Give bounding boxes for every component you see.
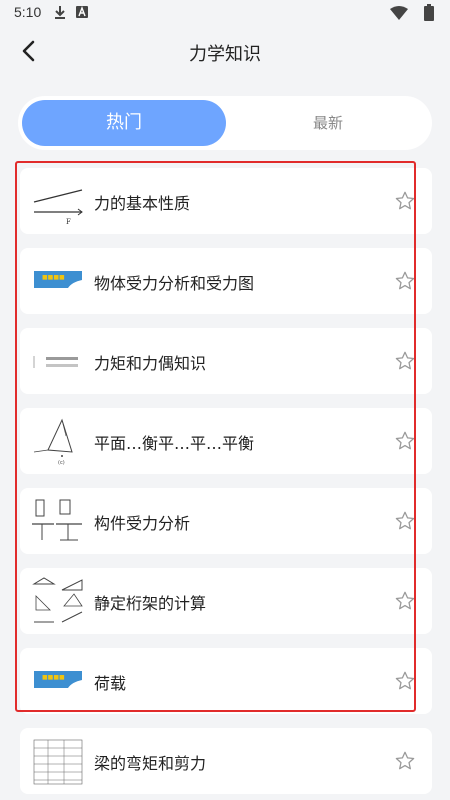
app-a-icon bbox=[76, 6, 88, 18]
star-icon[interactable] bbox=[394, 430, 416, 452]
force-vector-thumbnail: F bbox=[33, 189, 83, 226]
list-item[interactable]: 静定桁架的计算 bbox=[20, 568, 432, 634]
list-item[interactable]: F 力的基本性质 bbox=[20, 168, 432, 234]
svg-text:■■■■: ■■■■ bbox=[42, 274, 65, 281]
truss-thumbnail bbox=[32, 577, 83, 623]
star-icon[interactable] bbox=[394, 270, 416, 292]
list-item[interactable]: 梁的弯矩和剪力 bbox=[20, 728, 432, 794]
item-title: 力矩和力偶知识 bbox=[94, 354, 207, 373]
page-title: 力学知识 bbox=[189, 44, 261, 65]
table-thumbnail bbox=[33, 739, 83, 785]
truss-plane-thumbnail: (c) bbox=[33, 418, 73, 466]
tab-switcher: 热门 最新 bbox=[18, 96, 432, 150]
list-item[interactable]: 力矩和力偶知识 bbox=[20, 328, 432, 394]
item-title: 平面…衡平…平…平衡 bbox=[94, 434, 255, 453]
list-item[interactable]: ■■■■ 荷载 bbox=[20, 648, 432, 714]
star-icon[interactable] bbox=[394, 510, 416, 532]
component-thumbnail bbox=[32, 499, 82, 541]
status-bar: 5:10 bbox=[0, 0, 450, 26]
item-title: 力的基本性质 bbox=[94, 194, 191, 213]
star-icon[interactable] bbox=[394, 590, 416, 612]
svg-text:F: F bbox=[66, 218, 71, 226]
star-icon[interactable] bbox=[394, 190, 416, 212]
tab-hot[interactable]: 热门 bbox=[22, 100, 226, 146]
star-icon[interactable] bbox=[394, 670, 416, 692]
lines-thumbnail bbox=[33, 356, 78, 368]
wifi-icon bbox=[390, 6, 408, 20]
star-icon[interactable] bbox=[394, 750, 416, 772]
item-title: 构件受力分析 bbox=[94, 514, 191, 533]
beam-thumbnail: ■■■■ bbox=[34, 271, 82, 288]
beam-thumbnail: ■■■■ bbox=[34, 671, 82, 688]
tab-latest[interactable]: 最新 bbox=[228, 100, 428, 146]
list-item[interactable]: ■■■■ 物体受力分析和受力图 bbox=[20, 248, 432, 314]
item-title: 静定桁架的计算 bbox=[94, 594, 207, 613]
list-item[interactable]: 构件受力分析 bbox=[20, 488, 432, 554]
list-item[interactable]: (c) 平面…衡平…平…平衡 bbox=[20, 408, 432, 474]
star-icon[interactable] bbox=[394, 350, 416, 372]
battery-icon bbox=[424, 4, 434, 21]
status-time: 5:10 bbox=[14, 4, 42, 20]
header-bar: 力学知识 bbox=[0, 26, 450, 76]
item-title: 物体受力分析和受力图 bbox=[94, 274, 255, 293]
item-title: 荷载 bbox=[94, 674, 127, 693]
item-title: 梁的弯矩和剪力 bbox=[94, 754, 207, 773]
download-icon bbox=[55, 6, 65, 19]
svg-text:■■■■: ■■■■ bbox=[42, 674, 65, 681]
svg-text:(c): (c) bbox=[58, 460, 65, 466]
